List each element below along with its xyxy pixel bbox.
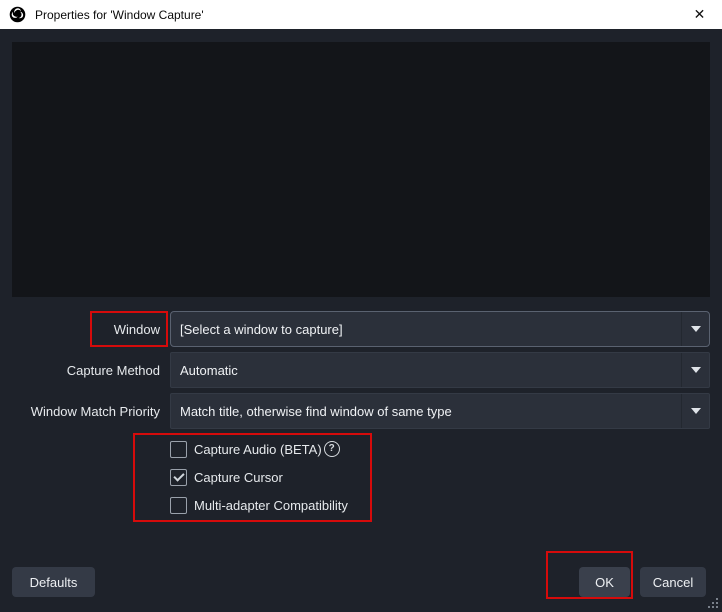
- match-priority-arrow[interactable]: [681, 394, 709, 428]
- window-select[interactable]: [Select a window to capture]: [170, 311, 710, 347]
- multi-adapter-checkbox-row[interactable]: Multi-adapter Compatibility: [170, 496, 348, 514]
- multi-adapter-checkbox[interactable]: [170, 496, 187, 514]
- titlebar: Properties for 'Window Capture' ✕: [0, 0, 722, 29]
- capture-audio-label: Capture Audio (BETA): [194, 441, 322, 457]
- capture-method-select[interactable]: Automatic: [170, 352, 710, 388]
- form-row-window: Window [Select a window to capture]: [0, 311, 722, 347]
- match-priority-label: Window Match Priority: [30, 403, 160, 419]
- capture-method-label: Capture Method: [66, 362, 160, 378]
- chevron-down-icon: [690, 408, 701, 414]
- capture-audio-checkbox[interactable]: [170, 440, 187, 458]
- capture-cursor-label: Capture Cursor: [194, 469, 283, 485]
- close-icon[interactable]: ✕: [677, 0, 722, 29]
- capture-method-arrow[interactable]: [681, 353, 709, 387]
- multi-adapter-label: Multi-adapter Compatibility: [194, 497, 348, 513]
- window-label: Window: [113, 321, 160, 337]
- window-title: Properties for 'Window Capture': [35, 7, 204, 22]
- match-priority-value: Match title, otherwise find window of sa…: [180, 403, 452, 419]
- dialog-body: Window [Select a window to capture] Capt…: [0, 29, 722, 612]
- help-icon[interactable]: ?: [323, 441, 340, 457]
- resize-grip-icon[interactable]: [708, 598, 718, 608]
- cancel-button[interactable]: Cancel: [640, 567, 706, 597]
- capture-audio-checkbox-row[interactable]: Capture Audio (BETA) ?: [170, 440, 340, 458]
- form-row-match-priority: Window Match Priority Match title, other…: [0, 393, 722, 429]
- defaults-button[interactable]: Defaults: [12, 567, 95, 597]
- form-row-capture-method: Capture Method Automatic: [0, 352, 722, 388]
- ok-button[interactable]: OK: [579, 567, 630, 597]
- chevron-down-icon: [690, 367, 701, 373]
- window-select-arrow[interactable]: [681, 312, 709, 346]
- properties-dialog: Properties for 'Window Capture' ✕ Window…: [0, 0, 722, 612]
- source-preview: [12, 42, 710, 297]
- capture-cursor-checkbox[interactable]: [170, 468, 187, 486]
- obs-logo-icon: [9, 6, 26, 23]
- window-select-value: [Select a window to capture]: [180, 321, 343, 337]
- capture-cursor-checkbox-row[interactable]: Capture Cursor: [170, 468, 283, 486]
- capture-method-value: Automatic: [180, 362, 238, 378]
- chevron-down-icon: [690, 326, 701, 332]
- match-priority-select[interactable]: Match title, otherwise find window of sa…: [170, 393, 710, 429]
